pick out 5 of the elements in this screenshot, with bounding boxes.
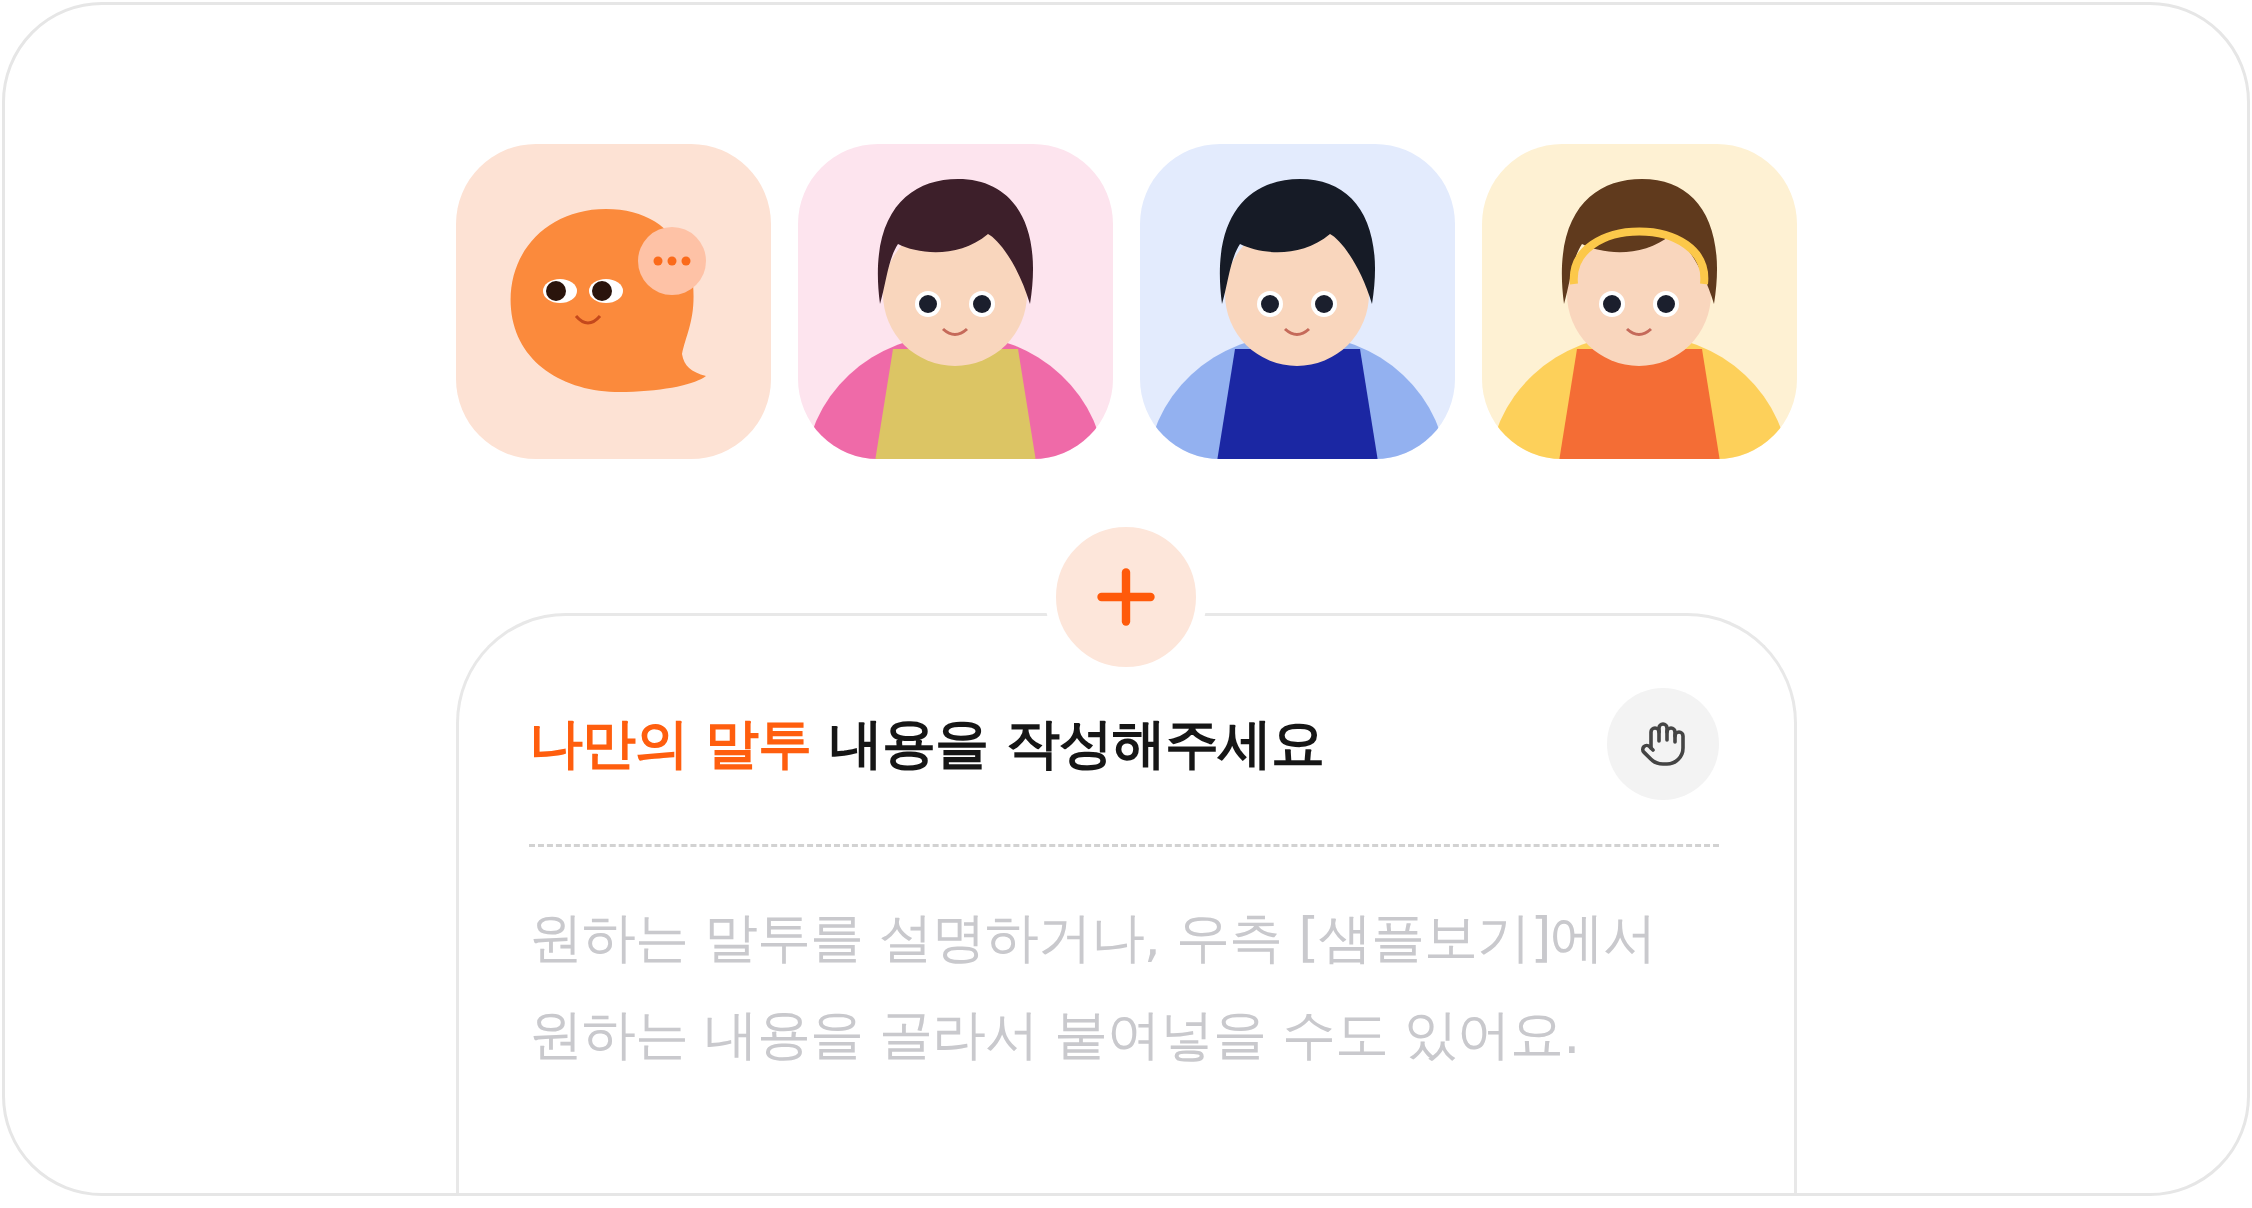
woman-avatar[interactable] [797, 144, 1113, 459]
girl-avatar[interactable] [1481, 144, 1797, 459]
man-avatar[interactable] [1139, 144, 1455, 459]
editor-title: 나만의 말투 내용을 작성해주세요 [528, 710, 1324, 777]
hand-icon [1638, 720, 1687, 768]
